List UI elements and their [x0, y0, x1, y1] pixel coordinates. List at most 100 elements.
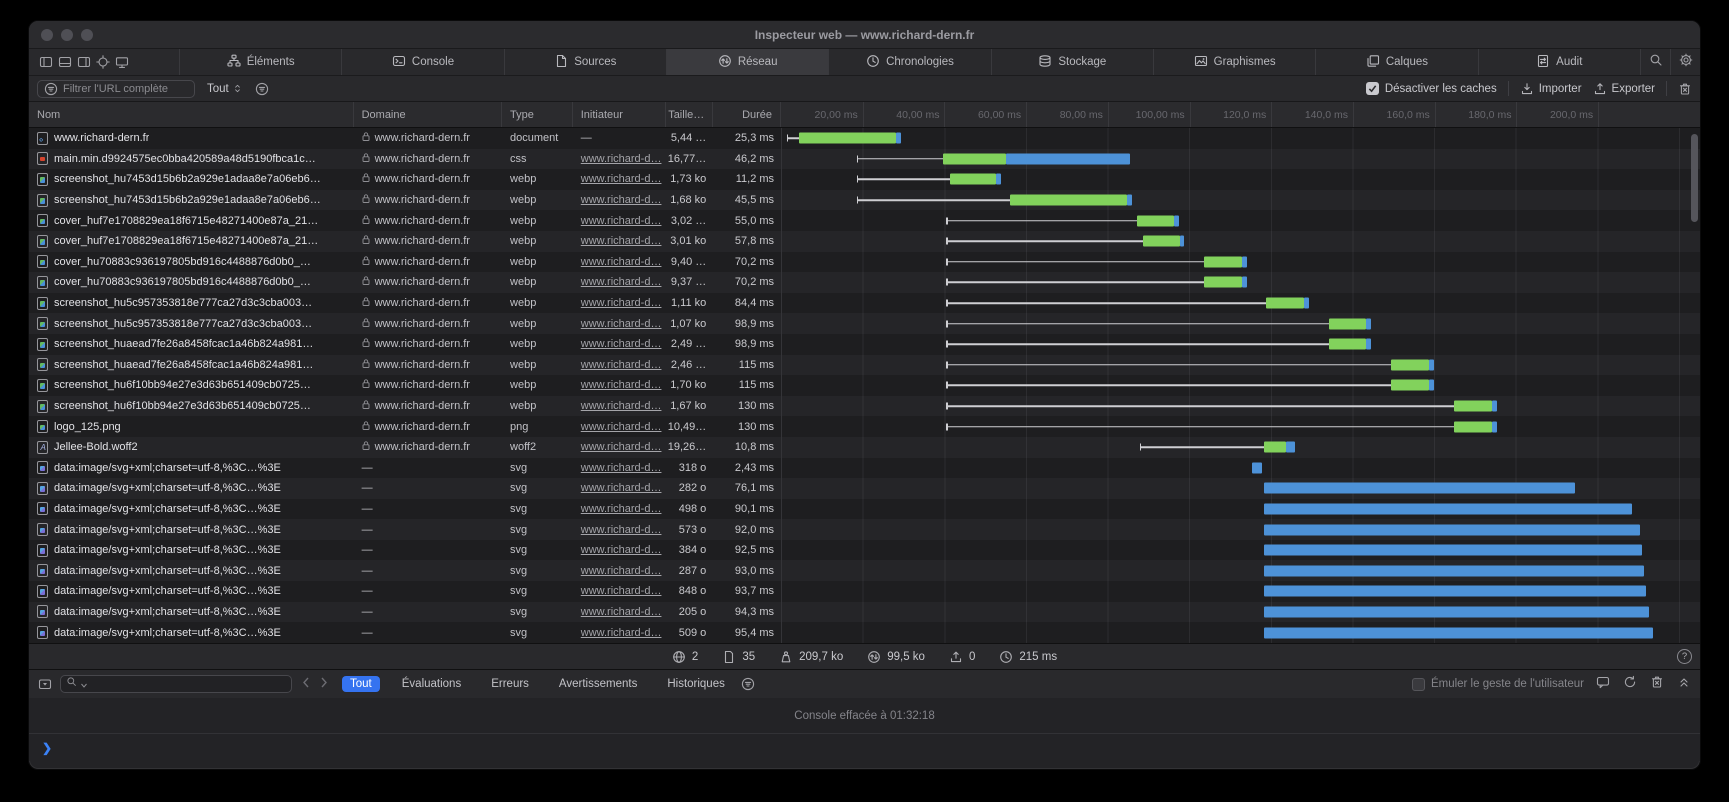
collapse-drawer-button[interactable]: [1677, 675, 1691, 694]
dock-right-icon[interactable]: [77, 55, 91, 69]
table-row[interactable]: main.min.d9924575ec0bba420589a48d5190fbc…: [29, 149, 1700, 170]
initiator-link[interactable]: www.richard-d…: [581, 606, 662, 618]
table-row[interactable]: screenshot_hu5c957353818e777ca27d3c3cba0…: [29, 313, 1700, 334]
console-scope-historiques[interactable]: Historiques: [659, 676, 733, 692]
initiator-link[interactable]: www.richard-d…: [581, 318, 662, 330]
search-button[interactable]: [1640, 49, 1670, 75]
settings-button[interactable]: [1670, 49, 1700, 75]
initiator-link[interactable]: www.richard-d…: [581, 276, 662, 288]
filter-options-button[interactable]: [255, 82, 269, 96]
tab-network[interactable]: Réseau: [666, 49, 828, 75]
resource-type-dropdown[interactable]: Tout: [207, 83, 243, 95]
zoom-window-button[interactable]: [81, 29, 93, 41]
console-bubble-button[interactable]: [1596, 675, 1610, 694]
tab-sources[interactable]: Sources: [504, 49, 666, 75]
console-scope-picker[interactable]: [38, 677, 52, 691]
console-scope-tout[interactable]: Tout: [342, 676, 380, 692]
initiator-link[interactable]: www.richard-d…: [581, 256, 662, 268]
console-search-input[interactable]: [60, 675, 292, 693]
initiator-link[interactable]: www.richard-d…: [581, 359, 662, 371]
initiator-link[interactable]: www.richard-d…: [581, 544, 662, 556]
disable-caches-checkbox-row[interactable]: Désactiver les caches: [1366, 82, 1497, 95]
initiator-link[interactable]: www.richard-d…: [581, 524, 662, 536]
table-row[interactable]: screenshot_hu6f10bb94e27e3d63b651409cb07…: [29, 396, 1700, 417]
table-row[interactable]: data:image/svg+xml;charset=utf-8,%3C…%3E…: [29, 519, 1700, 540]
column-header-nom[interactable]: Nom: [29, 102, 354, 127]
table-row[interactable]: logo_125.pngwww.richard-dern.frpngwww.ri…: [29, 416, 1700, 437]
dock-left-icon[interactable]: [39, 55, 53, 69]
initiator-link[interactable]: www.richard-d…: [581, 400, 662, 412]
table-row[interactable]: data:image/svg+xml;charset=utf-8,%3C…%3E…: [29, 602, 1700, 623]
initiator-link[interactable]: www.richard-d…: [581, 441, 662, 453]
table-row[interactable]: data:image/svg+xml;charset=utf-8,%3C…%3E…: [29, 478, 1700, 499]
console-prompt-row[interactable]: ❯: [29, 734, 1700, 761]
tab-audit[interactable]: Audit: [1478, 49, 1640, 75]
table-row[interactable]: www.richard-dern.frwww.richard-dern.frdo…: [29, 128, 1700, 149]
initiator-link[interactable]: www.richard-d…: [581, 482, 662, 494]
table-row[interactable]: data:image/svg+xml;charset=utf-8,%3C…%3E…: [29, 499, 1700, 520]
next-result-button[interactable]: [320, 675, 328, 693]
table-row[interactable]: data:image/svg+xml;charset=utf-8,%3C…%3E…: [29, 622, 1700, 643]
element-picker-icon[interactable]: [96, 55, 110, 69]
initiator-link[interactable]: www.richard-d…: [581, 173, 662, 185]
console-filter-options-button[interactable]: [741, 677, 755, 691]
table-row[interactable]: cover_hu70883c936197805bd916c4488876d0b0…: [29, 272, 1700, 293]
emulate-user-gesture-row[interactable]: Émuler le geste de l'utilisateur: [1412, 678, 1584, 691]
initiator-link[interactable]: www.richard-d…: [581, 462, 662, 474]
table-row[interactable]: screenshot_huaead7fe26a8458fcac1a46b824a…: [29, 355, 1700, 376]
tab-elements[interactable]: Éléments: [179, 49, 341, 75]
table-row[interactable]: screenshot_hu6f10bb94e27e3d63b651409cb07…: [29, 375, 1700, 396]
table-row[interactable]: cover_hu70883c936197805bd916c4488876d0b0…: [29, 252, 1700, 273]
tab-timelines[interactable]: Chronologies: [828, 49, 990, 75]
initiator-link[interactable]: www.richard-d…: [581, 379, 662, 391]
table-row[interactable]: screenshot_hu7453d15b6b2a929e1adaa8e7a06…: [29, 190, 1700, 211]
url-filter-input[interactable]: Filtrer l'URL complète: [37, 80, 195, 98]
column-header-type[interactable]: Type: [502, 102, 573, 127]
tab-graphics[interactable]: Graphismes: [1153, 49, 1315, 75]
disable-caches-checkbox[interactable]: [1366, 82, 1379, 95]
table-row[interactable]: data:image/svg+xml;charset=utf-8,%3C…%3E…: [29, 540, 1700, 561]
table-row[interactable]: data:image/svg+xml;charset=utf-8,%3C…%3E…: [29, 560, 1700, 581]
initiator-link[interactable]: www.richard-d…: [581, 421, 662, 433]
initiator-link[interactable]: www.richard-d…: [581, 235, 662, 247]
table-row[interactable]: Jellee-Bold.woff2www.richard-dern.frwoff…: [29, 437, 1700, 458]
column-header-domaine[interactable]: Domaine: [354, 102, 502, 127]
vertical-scrollbar-thumb[interactable]: [1691, 134, 1698, 222]
initiator-link[interactable]: www.richard-d…: [581, 297, 662, 309]
dock-bottom-icon[interactable]: [58, 55, 72, 69]
table-row[interactable]: cover_huf7e1708829ea18f6715e48271400e87a…: [29, 231, 1700, 252]
clear-console-button[interactable]: [1650, 675, 1664, 694]
table-row[interactable]: screenshot_hu7453d15b6b2a929e1adaa8e7a06…: [29, 169, 1700, 190]
minimize-window-button[interactable]: [61, 29, 73, 41]
table-row[interactable]: data:image/svg+xml;charset=utf-8,%3C…%3E…: [29, 458, 1700, 479]
table-row[interactable]: cover_huf7e1708829ea18f6715e48271400e87a…: [29, 210, 1700, 231]
tab-console[interactable]: Console: [341, 49, 503, 75]
initiator-link[interactable]: www.richard-d…: [581, 215, 662, 227]
initiator-link[interactable]: www.richard-d…: [581, 565, 662, 577]
initiator-link[interactable]: www.richard-d…: [581, 194, 662, 206]
reload-button[interactable]: [1623, 675, 1637, 694]
import-button[interactable]: Importer: [1520, 82, 1582, 96]
emulate-user-gesture-checkbox[interactable]: [1412, 678, 1425, 691]
device-icon[interactable]: [115, 55, 129, 69]
table-row[interactable]: screenshot_huaead7fe26a8458fcac1a46b824a…: [29, 334, 1700, 355]
column-header-duree[interactable]: Durée: [713, 102, 781, 127]
initiator-link[interactable]: www.richard-d…: [581, 338, 662, 350]
console-scope-erreurs[interactable]: Erreurs: [483, 676, 537, 692]
initiator-link[interactable]: www.richard-d…: [581, 585, 662, 597]
export-button[interactable]: Exporter: [1593, 82, 1655, 96]
console-scope-évaluations[interactable]: Évaluations: [394, 676, 469, 692]
table-row[interactable]: screenshot_hu5c957353818e777ca27d3c3cba0…: [29, 293, 1700, 314]
scroll-corner[interactable]: [1684, 102, 1700, 127]
tab-layers[interactable]: Calques: [1315, 49, 1477, 75]
initiator-link[interactable]: www.richard-d…: [581, 627, 662, 639]
clear-network-items-button[interactable]: [1678, 82, 1692, 96]
help-button[interactable]: ?: [1677, 649, 1692, 664]
close-window-button[interactable]: [41, 29, 53, 41]
tab-storage[interactable]: Stockage: [991, 49, 1153, 75]
initiator-link[interactable]: www.richard-d…: [581, 153, 662, 165]
column-header-initiateur[interactable]: Initiateur: [573, 102, 667, 127]
column-header-taille[interactable]: Taille…: [666, 102, 713, 127]
console-scope-avertissements[interactable]: Avertissements: [551, 676, 645, 692]
previous-result-button[interactable]: [302, 675, 310, 693]
